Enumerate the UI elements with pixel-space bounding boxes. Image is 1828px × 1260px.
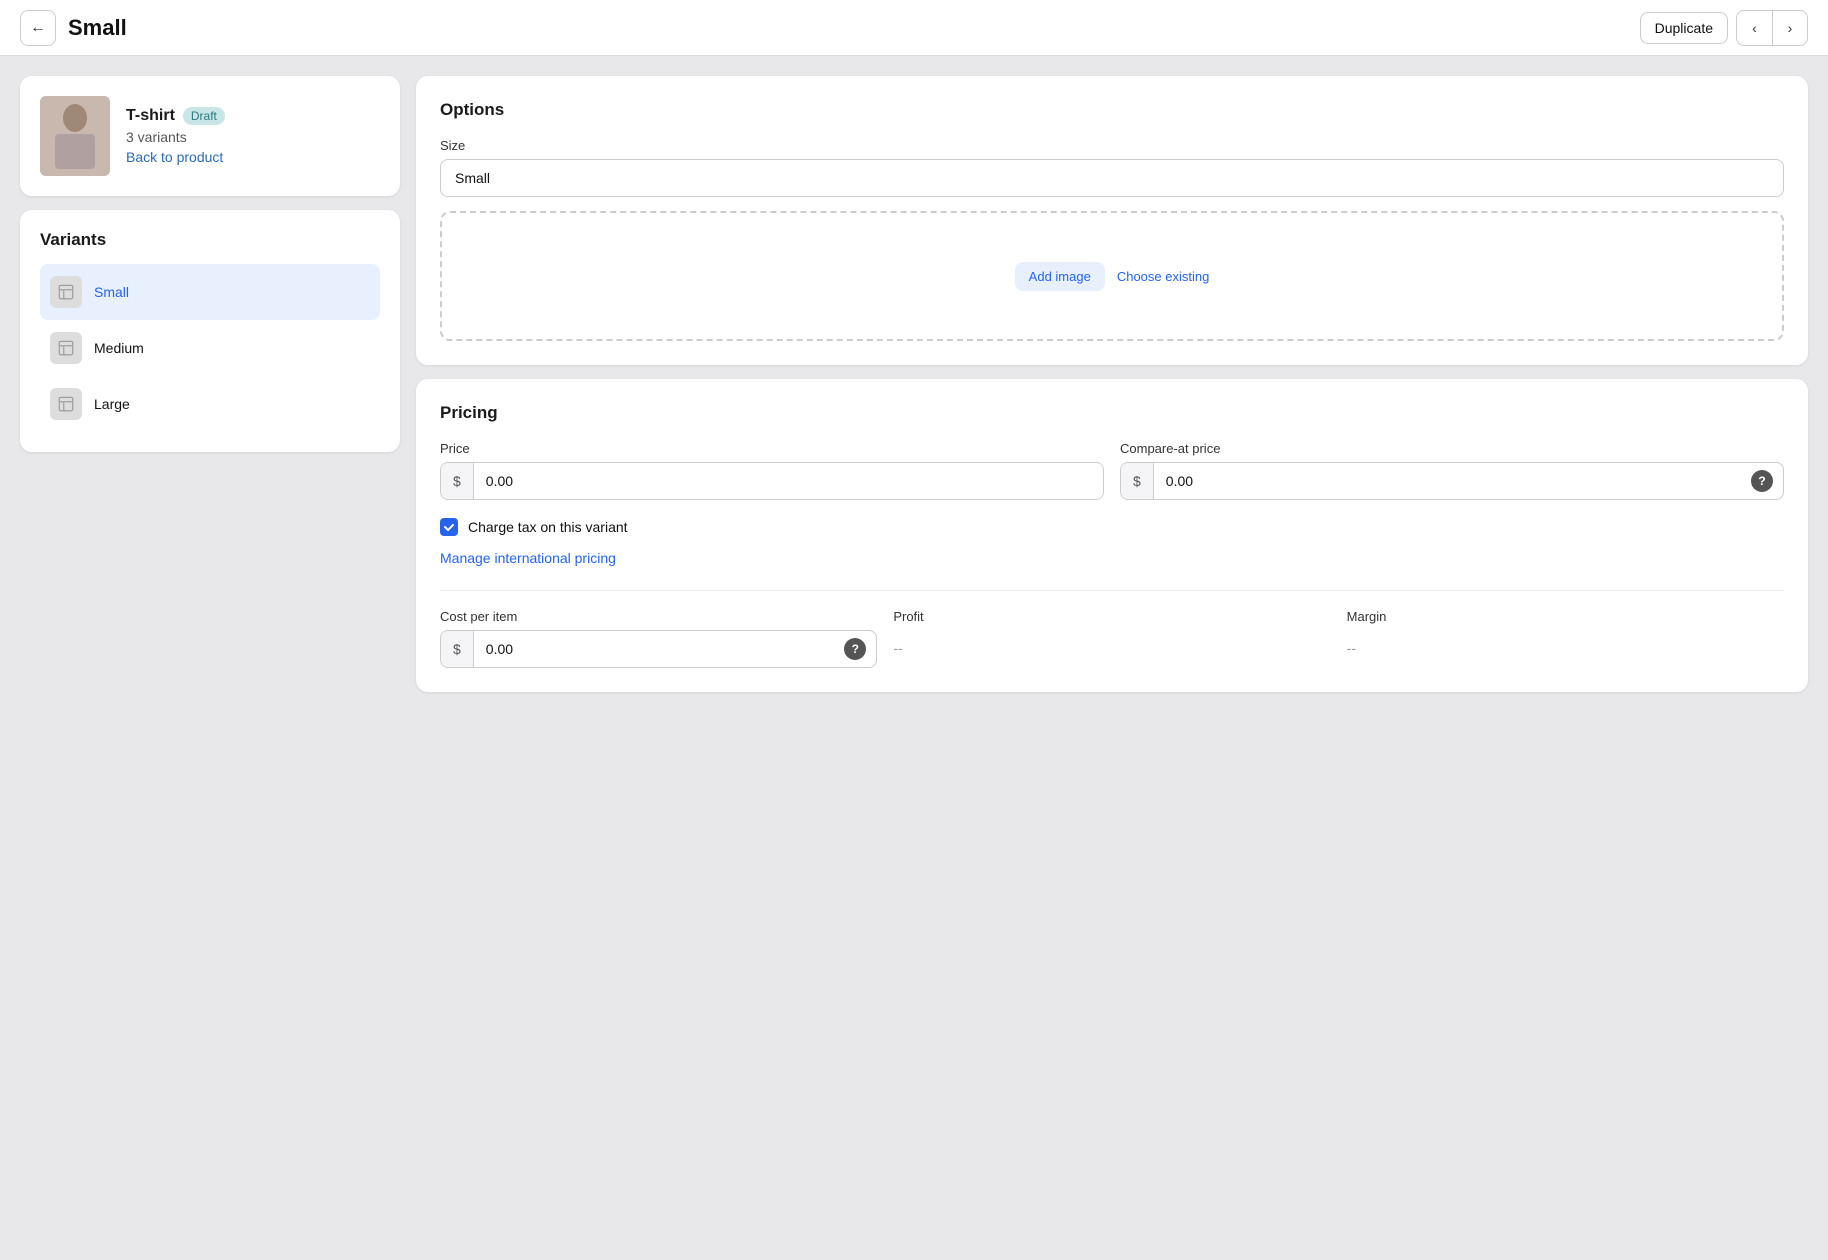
pricing-section: Pricing Price $ Compare-at price $ ? bbox=[416, 379, 1808, 692]
product-info: T-shirt Draft 3 variants Back to product bbox=[126, 107, 225, 165]
page-title: Small bbox=[68, 15, 127, 41]
cost-per-item-label: Cost per item bbox=[440, 609, 877, 624]
topbar-right: Duplicate ‹ › bbox=[1640, 10, 1808, 46]
cost-row: Cost per item $ ? Profit -- Margin -- bbox=[440, 609, 1784, 668]
size-field: Size bbox=[440, 138, 1784, 197]
charge-tax-label: Charge tax on this variant bbox=[468, 519, 628, 535]
image-upload-area[interactable]: Add image Choose existing bbox=[440, 211, 1784, 341]
product-name-row: T-shirt Draft bbox=[126, 107, 225, 125]
variants-count: 3 variants bbox=[126, 129, 225, 145]
compare-price-field: Compare-at price $ ? bbox=[1120, 441, 1784, 500]
compare-price-input[interactable] bbox=[1154, 463, 1751, 499]
charge-tax-row: Charge tax on this variant bbox=[440, 518, 1784, 536]
profit-label: Profit bbox=[893, 609, 1330, 624]
compare-help-icon[interactable]: ? bbox=[1751, 470, 1773, 492]
product-card: T-shirt Draft 3 variants Back to product bbox=[20, 76, 400, 196]
nav-arrows: ‹ › bbox=[1736, 10, 1808, 46]
variant-icon-large bbox=[50, 388, 82, 420]
variant-icon-small bbox=[50, 276, 82, 308]
next-button[interactable]: › bbox=[1772, 10, 1808, 46]
choose-existing-button[interactable]: Choose existing bbox=[1117, 269, 1210, 284]
right-column: Options Size Add image Choose existing P… bbox=[416, 76, 1808, 692]
options-title: Options bbox=[440, 100, 1784, 120]
prev-button[interactable]: ‹ bbox=[1736, 10, 1772, 46]
profit-field: Profit -- bbox=[893, 609, 1330, 668]
compare-input-wrapper: $ ? bbox=[1120, 462, 1784, 500]
price-input[interactable] bbox=[474, 463, 1103, 499]
duplicate-button[interactable]: Duplicate bbox=[1640, 12, 1728, 44]
cost-help-icon[interactable]: ? bbox=[844, 638, 866, 660]
price-prefix: $ bbox=[441, 463, 474, 499]
variant-item-medium[interactable]: Medium bbox=[40, 320, 380, 376]
size-label: Size bbox=[440, 138, 1784, 153]
pricing-title: Pricing bbox=[440, 403, 1784, 423]
variant-label-medium: Medium bbox=[94, 340, 144, 356]
cost-per-item-field: Cost per item $ ? bbox=[440, 609, 877, 668]
margin-value: -- bbox=[1347, 630, 1784, 666]
price-row: Price $ Compare-at price $ ? bbox=[440, 441, 1784, 500]
compare-prefix: $ bbox=[1121, 463, 1154, 499]
cost-input-wrapper: $ ? bbox=[440, 630, 877, 668]
draft-badge: Draft bbox=[183, 107, 225, 125]
size-input[interactable] bbox=[440, 159, 1784, 197]
back-to-product-link[interactable]: Back to product bbox=[126, 149, 225, 165]
variant-label-small: Small bbox=[94, 284, 129, 300]
variant-item-large[interactable]: Large bbox=[40, 376, 380, 432]
profit-value: -- bbox=[893, 630, 1330, 666]
price-label: Price bbox=[440, 441, 1104, 456]
variants-card: Variants Small Medium bbox=[20, 210, 400, 452]
margin-field: Margin -- bbox=[1347, 609, 1784, 668]
options-section: Options Size Add image Choose existing bbox=[416, 76, 1808, 365]
margin-label: Margin bbox=[1347, 609, 1784, 624]
manage-pricing-link[interactable]: Manage international pricing bbox=[440, 550, 616, 566]
left-column: T-shirt Draft 3 variants Back to product… bbox=[20, 76, 400, 452]
price-input-wrapper: $ bbox=[440, 462, 1104, 500]
topbar-left: ← Small bbox=[20, 10, 127, 46]
cost-prefix: $ bbox=[441, 631, 474, 667]
price-field: Price $ bbox=[440, 441, 1104, 500]
variant-item-small[interactable]: Small bbox=[40, 264, 380, 320]
charge-tax-checkbox[interactable] bbox=[440, 518, 458, 536]
main-content: T-shirt Draft 3 variants Back to product… bbox=[0, 56, 1828, 712]
pricing-divider bbox=[440, 590, 1784, 591]
topbar: ← Small Duplicate ‹ › bbox=[0, 0, 1828, 56]
variant-icon-medium bbox=[50, 332, 82, 364]
compare-price-label: Compare-at price bbox=[1120, 441, 1784, 456]
variants-title: Variants bbox=[40, 230, 380, 250]
product-image bbox=[40, 96, 110, 176]
back-button[interactable]: ← bbox=[20, 10, 56, 46]
cost-input[interactable] bbox=[474, 631, 845, 667]
product-name: T-shirt bbox=[126, 107, 175, 125]
variant-label-large: Large bbox=[94, 396, 130, 412]
add-image-button[interactable]: Add image bbox=[1015, 262, 1105, 291]
